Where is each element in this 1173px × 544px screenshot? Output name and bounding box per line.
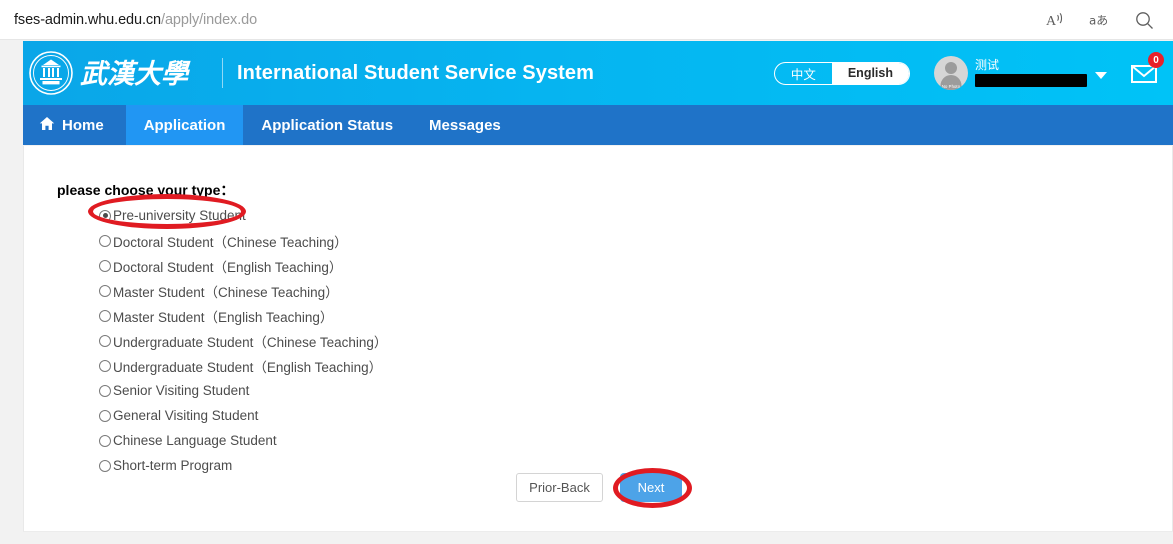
radio-senior-visiting-student[interactable] <box>99 384 111 397</box>
avatar-caption: No Photo <box>941 84 961 89</box>
option-doctoral-english[interactable]: Doctoral Student（English Teaching） <box>99 253 387 278</box>
site-header: 武漢大學 International Student Service Syste… <box>23 41 1173 105</box>
brand-name-chinese: 武漢大學 <box>80 51 212 95</box>
nav-item-application-status[interactable]: Application Status <box>243 105 411 145</box>
user-info: 测试 <box>975 59 1087 87</box>
messages-button[interactable]: 0 <box>1129 52 1164 88</box>
header-right-cluster: 中文 English No Photo 测试 0 <box>773 52 1173 90</box>
home-icon <box>39 116 55 135</box>
option-label: Master Student（Chinese Teaching） <box>113 284 339 300</box>
option-undergraduate-english[interactable]: Undergraduate Student（English Teaching） <box>99 353 387 378</box>
page-title: International Student Service System <box>237 61 595 84</box>
avatar: No Photo <box>934 56 968 90</box>
whu-emblem-icon <box>28 50 74 96</box>
nav-item-messages-label: Messages <box>429 116 501 134</box>
option-doctoral-chinese[interactable]: Doctoral Student（Chinese Teaching） <box>99 228 387 253</box>
option-chinese-language-student[interactable]: Chinese Language Student <box>99 428 387 453</box>
svg-text:aあ: aあ <box>1089 13 1108 27</box>
option-label: Doctoral Student（English Teaching） <box>113 259 343 275</box>
browser-address-bar: fses-admin.whu.edu.cn/apply/index.do A a… <box>0 0 1173 40</box>
translate-icon[interactable]: aあ <box>1089 9 1111 31</box>
radio-undergraduate-chinese[interactable] <box>99 334 111 347</box>
user-name: 测试 <box>975 58 1000 72</box>
radio-chinese-language-student[interactable] <box>99 434 111 447</box>
option-undergraduate-chinese[interactable]: Undergraduate Student（Chinese Teaching） <box>99 328 387 353</box>
brand-cn-text: 武漢大學 <box>80 59 191 90</box>
radio-short-term-program[interactable] <box>99 459 111 472</box>
radio-undergraduate-english[interactable] <box>99 359 111 372</box>
brand-logo[interactable]: 武漢大學 <box>28 50 212 96</box>
find-on-page-icon[interactable] <box>1133 9 1155 31</box>
nav-item-home[interactable]: Home <box>23 105 126 145</box>
option-master-english[interactable]: Master Student（English Teaching） <box>99 303 387 328</box>
radio-master-english[interactable] <box>99 309 111 322</box>
option-label: General Visiting Student <box>113 408 259 423</box>
nav-item-home-label: Home <box>62 116 104 134</box>
form-actions: Prior-Back Next <box>24 473 1173 502</box>
user-menu[interactable]: No Photo 测试 <box>934 56 1107 90</box>
nav-item-application-label: Application <box>143 116 226 134</box>
user-id-redacted <box>975 74 1087 87</box>
next-button[interactable]: Next <box>620 473 682 502</box>
option-label: Pre-university Student <box>113 208 246 223</box>
option-label: Master Student（English Teaching） <box>113 309 334 325</box>
radio-pre-university-student[interactable] <box>99 209 111 222</box>
address-bar-url[interactable]: fses-admin.whu.edu.cn/apply/index.do <box>14 12 257 28</box>
option-label: Undergraduate Student（English Teaching） <box>113 359 383 375</box>
option-label: Short-term Program <box>113 458 233 473</box>
svg-text:A: A <box>1046 14 1057 29</box>
language-toggle[interactable]: 中文 English <box>773 61 910 85</box>
application-type-panel: please choose your type： Pre-university … <box>23 146 1173 532</box>
nav-item-application[interactable]: Application <box>125 105 244 145</box>
nav-item-messages[interactable]: Messages <box>411 105 519 145</box>
url-host: fses-admin.whu.edu.cn <box>14 11 162 28</box>
browser-action-icons: A aあ <box>1045 9 1173 31</box>
language-option-english[interactable]: English <box>831 62 909 84</box>
option-label: Senior Visiting Student <box>113 383 250 398</box>
radio-doctoral-english[interactable] <box>99 259 111 272</box>
prior-back-button[interactable]: Prior-Back <box>516 473 603 502</box>
option-label: Undergraduate Student（Chinese Teaching） <box>113 334 388 350</box>
url-path: /apply/index.do <box>161 11 258 28</box>
nav-item-application-status-label: Application Status <box>261 116 394 134</box>
messages-count-badge: 0 <box>1148 52 1164 68</box>
chevron-down-icon[interactable] <box>1095 71 1107 79</box>
option-general-visiting-student[interactable]: General Visiting Student <box>99 403 387 428</box>
option-pre-university-student[interactable]: Pre-university Student <box>99 203 387 228</box>
read-aloud-icon[interactable]: A <box>1045 9 1067 31</box>
radio-doctoral-chinese[interactable] <box>99 234 111 247</box>
choose-type-label: please choose your type： <box>57 182 235 198</box>
option-senior-visiting-student[interactable]: Senior Visiting Student <box>99 378 387 403</box>
main-navigation: Home Application Application Status Mess… <box>23 105 1173 145</box>
option-label: Chinese Language Student <box>113 433 277 448</box>
student-type-radio-group: Pre-university Student Doctoral Student（… <box>99 203 387 478</box>
radio-master-chinese[interactable] <box>99 284 111 297</box>
option-label: Doctoral Student（Chinese Teaching） <box>113 234 348 250</box>
language-option-chinese[interactable]: 中文 <box>775 63 832 84</box>
header-divider <box>222 58 223 88</box>
radio-general-visiting-student[interactable] <box>99 409 111 422</box>
option-master-chinese[interactable]: Master Student（Chinese Teaching） <box>99 278 387 303</box>
avatar-head <box>945 62 957 74</box>
